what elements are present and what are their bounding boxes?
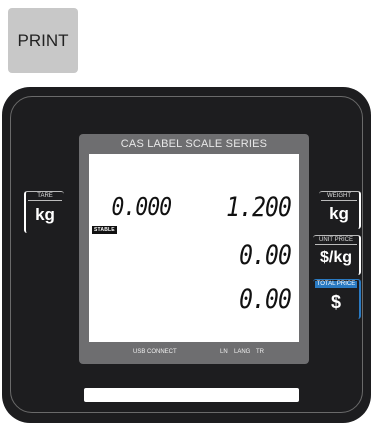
weight-label: WEIGHT — [321, 193, 357, 201]
stable-badge: STABLE — [92, 226, 117, 234]
tare-label: TARE — [28, 193, 62, 201]
ln-indicator: LN — [220, 349, 228, 355]
unit-price-label: UNIT PRICE — [315, 237, 357, 245]
tare-readout: 0.000 — [111, 192, 173, 221]
weight-unit: kg — [329, 204, 349, 223]
total-price-unit: $ — [330, 292, 341, 312]
tare-unit: kg — [35, 205, 55, 224]
weight-readout: 1.200 — [226, 192, 292, 223]
total-price-readout: 0.00 — [239, 284, 292, 315]
label-output-slot — [84, 388, 299, 402]
display-status-bar: USB CONNECT LN LANG TR — [79, 345, 309, 361]
tare-panel: TARE kg — [24, 191, 64, 233]
unit-price-readout: 0.00 — [239, 240, 292, 271]
tr-indicator: TR — [256, 349, 264, 355]
lang-indicator: LANG — [234, 349, 251, 355]
unit-price-unit: $/kg — [319, 249, 352, 266]
unit-price-panel: UNIT PRICE $/kg — [313, 235, 361, 275]
scale-body: TARE kg CAS LABEL SCALE SERIES 0.000 STA… — [2, 87, 371, 423]
print-button[interactable]: PRINT — [8, 8, 78, 73]
lcd-screen: 0.000 STABLE 1.200 0.00 0.00 — [89, 154, 299, 342]
total-price-panel: TOTAL PRICE $ — [313, 279, 361, 319]
total-price-label: TOTAL PRICE — [315, 281, 357, 288]
lcd-display-frame: CAS LABEL SCALE SERIES 0.000 STABLE 1.20… — [79, 134, 309, 364]
weight-panel: WEIGHT kg — [319, 191, 361, 229]
display-title: CAS LABEL SCALE SERIES — [120, 138, 268, 150]
usb-connect-indicator: USB CONNECT — [133, 349, 177, 355]
